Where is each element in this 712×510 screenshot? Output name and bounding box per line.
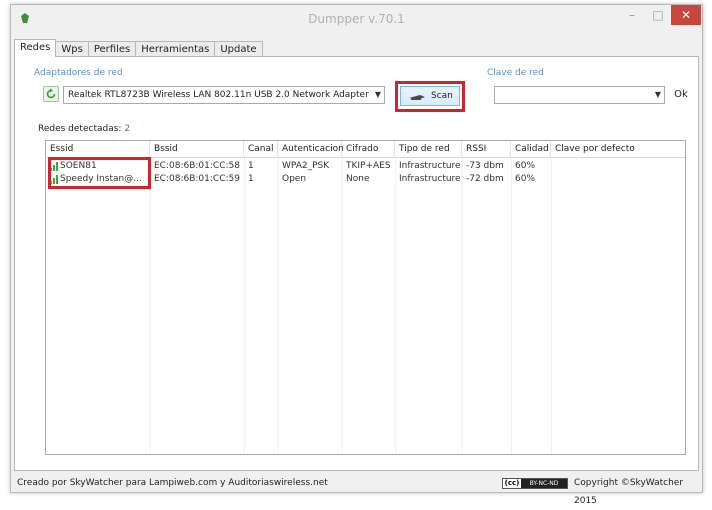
column-clave-por-defecto[interactable]: Clave por defecto xyxy=(551,141,684,158)
column-calidad[interactable]: Calidad xyxy=(511,141,551,158)
title-bar: Dumpper v.70.1 – □ ✕ xyxy=(11,5,702,33)
tab-perfiles[interactable]: Perfiles xyxy=(87,41,137,57)
window-title: Dumpper v.70.1 xyxy=(308,12,405,26)
tab-bar: Redes Wps Perfiles Herramientas Update xyxy=(14,39,263,57)
tab-wps[interactable]: Wps xyxy=(55,41,89,57)
table-header: Essid Bssid Canal Autenticacion Cifrado … xyxy=(46,141,685,158)
tab-herramientas[interactable]: Herramientas xyxy=(135,41,216,57)
detected-count: 2 xyxy=(124,124,131,134)
cell-tipo-de-red: Infrastructure xyxy=(399,161,461,171)
column-divider xyxy=(551,158,552,454)
creative-commons-badge[interactable]: (cc) BY-NC-ND xyxy=(502,478,568,489)
column-divider xyxy=(342,158,343,454)
column-divider xyxy=(244,158,245,454)
copyright-text: Copyright ©SkyWatcher 2015 xyxy=(574,478,684,506)
tab-redes[interactable]: Redes xyxy=(14,39,57,57)
refresh-button[interactable] xyxy=(43,86,59,102)
cell-calidad: 60% xyxy=(515,161,536,171)
column-divider xyxy=(395,158,396,454)
redes-panel: Adaptadores de red Realtek RTL8723B Wire… xyxy=(14,56,699,471)
column-canal[interactable]: Canal xyxy=(244,141,278,158)
cc-terms: BY-NC-ND xyxy=(521,479,567,488)
cell-clave-por-defecto xyxy=(551,173,684,186)
column-essid[interactable]: Essid xyxy=(46,141,150,158)
cell-cifrado: TKIP+AES xyxy=(346,161,391,171)
chevron-down-icon: ▼ xyxy=(654,90,661,99)
cell-autenticacion: WPA2_PSK xyxy=(282,161,330,171)
tab-update[interactable]: Update xyxy=(214,41,263,57)
refresh-icon xyxy=(46,88,56,99)
scan-highlight-box xyxy=(395,81,465,112)
network-key-label: Clave de red xyxy=(487,68,544,78)
cc-logo: (cc) xyxy=(504,479,520,487)
column-bssid[interactable]: Bssid xyxy=(150,141,244,158)
status-bar: Creado por SkyWatcher para Lampiweb.com … xyxy=(11,474,702,506)
column-divider xyxy=(150,158,151,454)
close-button[interactable]: ✕ xyxy=(671,5,701,25)
networks-table[interactable]: Essid Bssid Canal Autenticacion Cifrado … xyxy=(45,140,686,455)
column-cifrado[interactable]: Cifrado xyxy=(342,141,395,158)
minimize-button[interactable]: – xyxy=(619,5,645,25)
column-divider xyxy=(278,158,279,454)
adapter-select-value: Realtek RTL8723B Wireless LAN 802.11n US… xyxy=(68,90,369,100)
cell-rssi: -72 dbm xyxy=(466,174,504,184)
column-divider xyxy=(462,158,463,454)
detected-label: Redes detectadas: xyxy=(38,124,122,134)
cell-canal: 1 xyxy=(248,174,254,184)
cell-canal: 1 xyxy=(248,161,254,171)
cell-clave-por-defecto xyxy=(551,160,684,173)
chevron-down-icon: ▼ xyxy=(374,90,381,99)
detected-networks: Redes detectadas: 2 xyxy=(38,124,130,134)
cell-calidad: 60% xyxy=(515,174,536,184)
maximize-button[interactable]: □ xyxy=(645,5,671,25)
network-key-select[interactable]: ▼ xyxy=(494,86,665,104)
cell-autenticacion: Open xyxy=(282,174,307,184)
app-window: Dumpper v.70.1 – □ ✕ Redes Wps Perfiles … xyxy=(10,4,703,506)
ok-button[interactable]: Ok xyxy=(670,86,692,104)
column-rssi[interactable]: RSSI xyxy=(462,141,511,158)
essid-highlight-box xyxy=(48,157,151,189)
credits-text: Creado por SkyWatcher para Lampiweb.com … xyxy=(17,478,328,488)
column-tipo-de-red[interactable]: Tipo de red xyxy=(395,141,462,158)
column-divider xyxy=(511,158,512,454)
cell-bssid: EC:08:6B:01:CC:58 xyxy=(154,161,240,171)
column-autenticacion[interactable]: Autenticacion xyxy=(278,141,344,158)
cell-cifrado: None xyxy=(346,174,370,184)
adapter-select[interactable]: Realtek RTL8723B Wireless LAN 802.11n US… xyxy=(63,86,385,104)
cell-tipo-de-red: Infrastructure xyxy=(399,174,461,184)
cell-rssi: -73 dbm xyxy=(466,161,504,171)
cell-bssid: EC:08:6B:01:CC:59 xyxy=(154,174,240,184)
adapters-label: Adaptadores de red xyxy=(34,68,123,78)
